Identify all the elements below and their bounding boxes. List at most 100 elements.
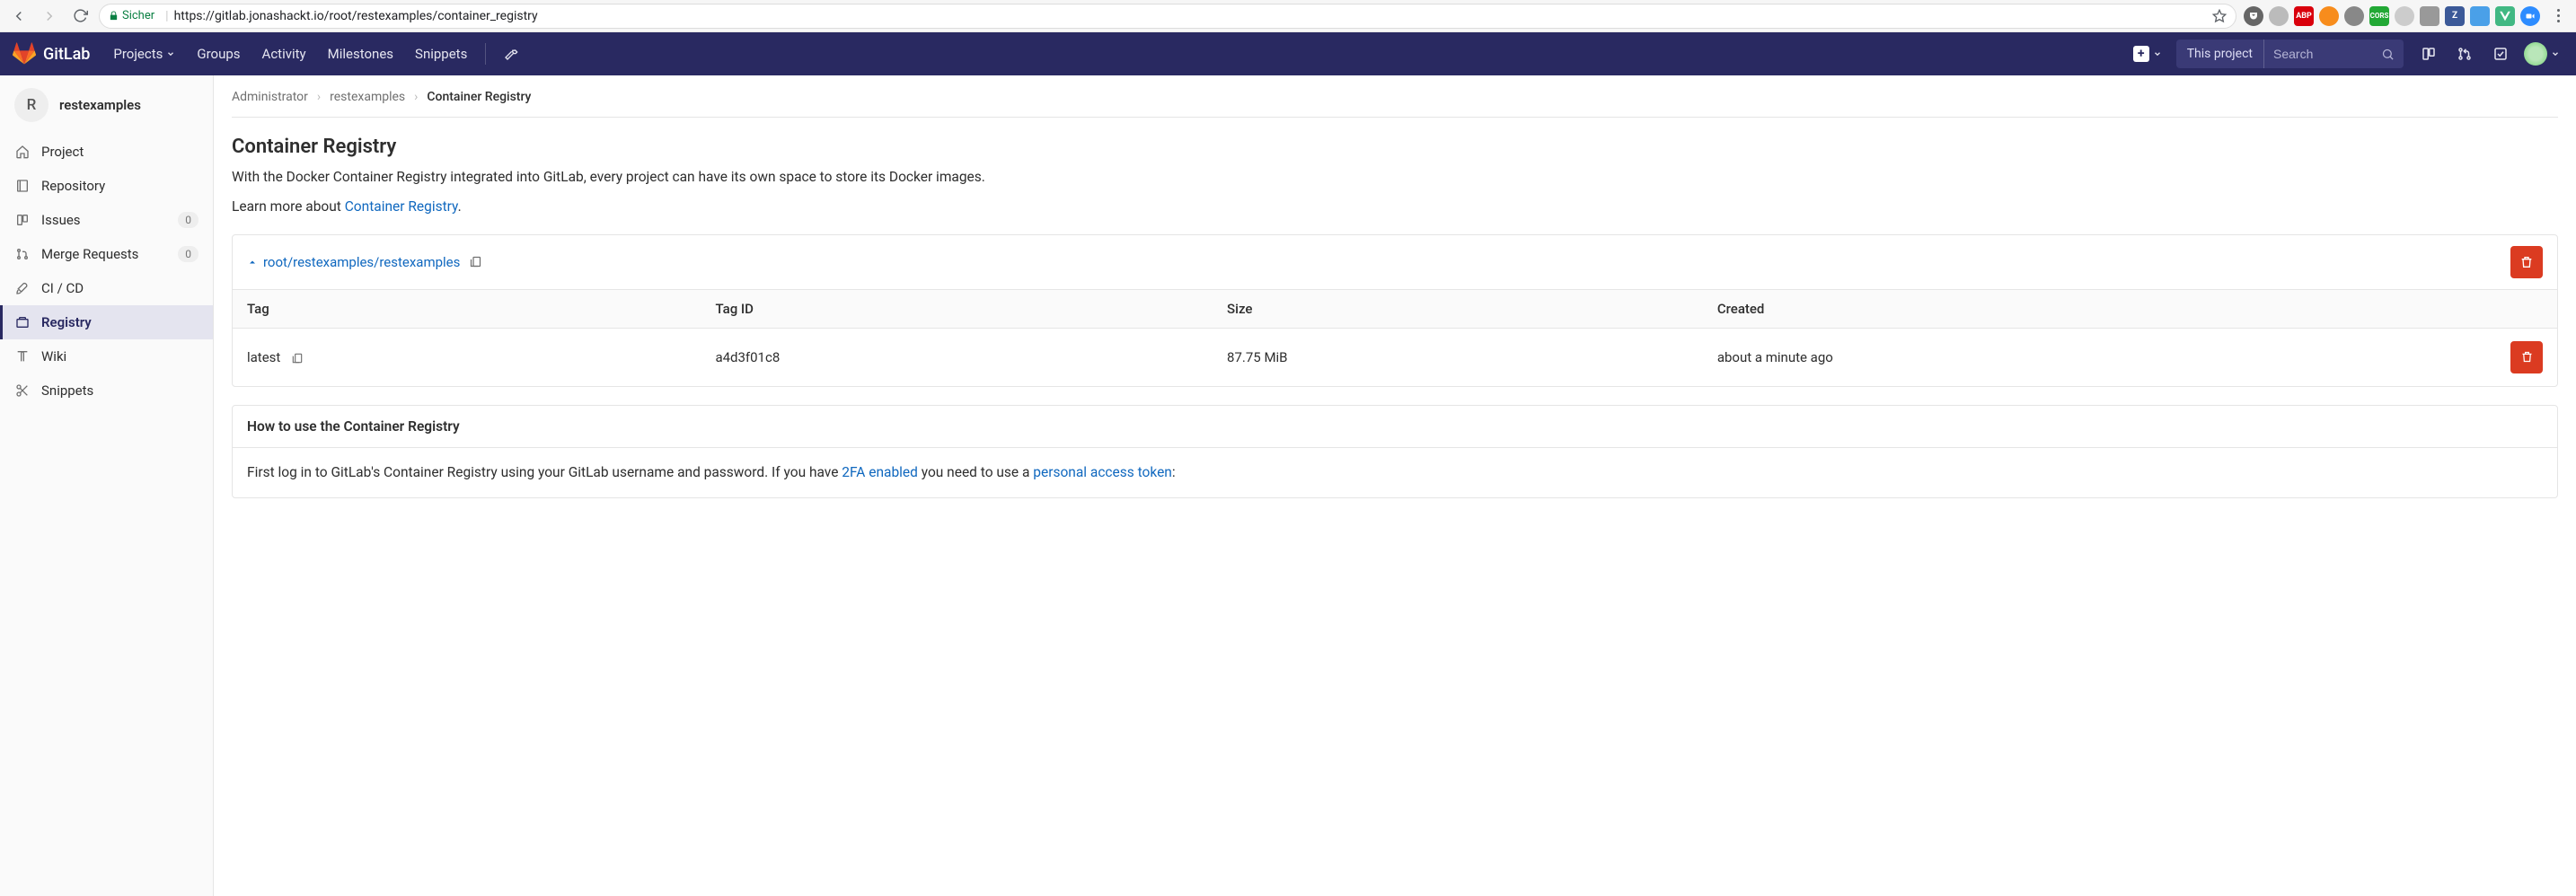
extension-square-icon[interactable] <box>2420 6 2439 26</box>
project-sidebar: R restexamples Project Repository Issues… <box>0 75 214 896</box>
crumb-admin[interactable]: Administrator <box>232 90 308 104</box>
pat-link[interactable]: personal access token <box>1033 464 1172 480</box>
gitlab-topnav: GitLab Projects Groups Activity Mileston… <box>0 32 2576 75</box>
extension-a-icon[interactable] <box>2395 6 2414 26</box>
registry-panel: root/restexamples/restexamples Tag Tag I… <box>232 234 2558 387</box>
learn-more-line: Learn more about Container Registry. <box>232 197 2558 217</box>
address-bar[interactable]: Sicher | https://gitlab.jonashackt.io/ro… <box>99 4 2236 29</box>
issues-shortcut[interactable] <box>2413 38 2445 70</box>
sidebar-item-project[interactable]: Project <box>0 135 213 169</box>
search-icon[interactable] <box>2372 48 2404 61</box>
browser-menu-icon[interactable] <box>2547 9 2569 22</box>
repository-icon <box>14 178 31 194</box>
sidebar-item-label: Registry <box>41 314 92 330</box>
search-input[interactable] <box>2264 47 2372 61</box>
sidebar-item-merge-requests[interactable]: Merge Requests 0 <box>0 237 213 271</box>
howto-title: How to use the Container Registry <box>233 406 2557 448</box>
brand-text: GitLab <box>43 45 90 64</box>
home-icon <box>14 144 31 160</box>
back-button[interactable] <box>7 4 31 28</box>
crumb-project[interactable]: restexamples <box>330 90 405 104</box>
secure-label: Sicher <box>122 9 154 22</box>
crumb-current: Container Registry <box>427 90 531 104</box>
user-menu[interactable] <box>2520 38 2563 70</box>
cell-tag-id: a4d3f01c8 <box>701 328 1213 386</box>
page-title: Container Registry <box>232 136 2558 158</box>
copy-tag-button[interactable] <box>291 352 304 365</box>
book-icon <box>14 348 31 365</box>
delete-repo-button[interactable] <box>2510 246 2543 278</box>
chevron-down-icon <box>2551 49 2560 58</box>
extension-orange-icon[interactable] <box>2319 6 2339 26</box>
repo-path-toggle[interactable]: root/restexamples/restexamples <box>247 254 460 270</box>
extension-vue-icon[interactable] <box>2495 6 2515 26</box>
chevron-up-icon <box>247 257 258 268</box>
avatar <box>2524 42 2547 66</box>
lock-icon <box>109 11 119 21</box>
cell-created: about a minute ago <box>1703 328 2496 386</box>
browser-chrome: Sicher | https://gitlab.jonashackt.io/ro… <box>0 0 2576 32</box>
sidebar-item-label: Issues <box>41 212 81 228</box>
extension-dot-icon[interactable] <box>2269 6 2289 26</box>
nav-projects[interactable]: Projects <box>102 32 186 75</box>
issues-count-badge: 0 <box>178 212 198 228</box>
sidebar-item-label: Merge Requests <box>41 246 138 262</box>
new-menu[interactable]: + <box>2128 42 2167 66</box>
cell-size: 87.75 MiB <box>1213 328 1703 386</box>
gitlab-logo[interactable]: GitLab <box>13 42 90 66</box>
clipboard-icon <box>469 255 482 268</box>
extension-cors-icon[interactable]: CORS <box>2369 6 2389 26</box>
todos-shortcut[interactable] <box>2484 38 2517 70</box>
project-header[interactable]: R restexamples <box>0 75 213 135</box>
search-scope[interactable]: This project <box>2176 40 2264 68</box>
sidebar-item-wiki[interactable]: Wiki <box>0 339 213 373</box>
table-row: latest a4d3f01c8 87.75 MiB about a minut… <box>233 328 2557 386</box>
project-avatar: R <box>14 88 49 122</box>
chevron-down-icon <box>2153 49 2162 58</box>
copy-path-button[interactable] <box>469 255 482 268</box>
sidebar-item-label: Repository <box>41 178 105 194</box>
url-text: https://gitlab.jonashackt.io/root/restex… <box>174 9 538 23</box>
secure-indicator: Sicher <box>109 9 154 22</box>
howto-panel: How to use the Container Registry First … <box>232 405 2558 498</box>
nav-snippets[interactable]: Snippets <box>404 32 478 75</box>
howto-body: First log in to GitLab's Container Regis… <box>233 448 2557 497</box>
forward-button[interactable] <box>38 4 61 28</box>
sidebar-item-snippets[interactable]: Snippets <box>0 373 213 408</box>
extension-zoom-icon[interactable] <box>2520 6 2540 26</box>
delete-tag-button[interactable] <box>2510 341 2543 373</box>
merge-requests-shortcut[interactable] <box>2448 38 2481 70</box>
nav-activity[interactable]: Activity <box>251 32 317 75</box>
extension-grease-icon[interactable] <box>2344 6 2364 26</box>
bookmark-star-icon[interactable] <box>2212 9 2227 23</box>
extension-monitor-icon[interactable] <box>2470 6 2490 26</box>
sidebar-item-cicd[interactable]: CI / CD <box>0 271 213 305</box>
reload-button[interactable] <box>68 4 92 28</box>
sidebar-item-repository[interactable]: Repository <box>0 169 213 203</box>
extension-z-icon[interactable]: Z <box>2445 6 2465 26</box>
sidebar-item-issues[interactable]: Issues 0 <box>0 203 213 237</box>
extension-abp-icon[interactable]: ABP <box>2294 6 2314 26</box>
sidebar-item-label: Snippets <box>41 382 93 399</box>
nav-admin-wrench[interactable] <box>493 32 529 75</box>
plus-icon: + <box>2133 46 2149 62</box>
rocket-icon <box>14 280 31 296</box>
issues-icon <box>2421 46 2437 62</box>
chevron-down-icon <box>166 49 175 58</box>
trash-icon <box>2520 350 2534 364</box>
nav-groups[interactable]: Groups <box>186 32 251 75</box>
tags-table: Tag Tag ID Size Created latest <box>233 289 2557 386</box>
sidebar-item-label: Wiki <box>41 348 66 365</box>
extension-pocket-icon[interactable] <box>2244 6 2263 26</box>
learn-more-link[interactable]: Container Registry <box>345 198 458 215</box>
nav-milestones[interactable]: Milestones <box>317 32 404 75</box>
issues-icon <box>14 212 31 228</box>
twofa-link[interactable]: 2FA enabled <box>842 464 918 480</box>
col-tag: Tag <box>233 289 701 328</box>
project-name: restexamples <box>59 97 141 113</box>
sidebar-item-registry[interactable]: Registry <box>0 305 213 339</box>
registry-icon <box>14 314 31 330</box>
col-created: Created <box>1703 289 2496 328</box>
tanuki-icon <box>13 42 36 66</box>
trash-icon <box>2519 255 2534 269</box>
